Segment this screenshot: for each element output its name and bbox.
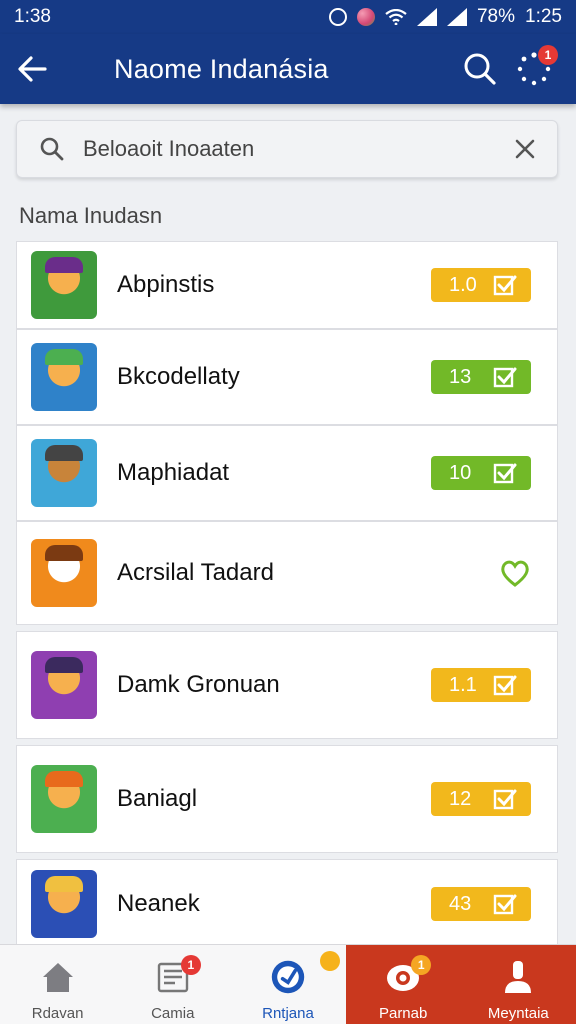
nav-item-news[interactable]: 1 Camia (115, 945, 230, 1024)
game-thumbnail (31, 439, 97, 507)
rating-value: 1.1 (449, 673, 477, 696)
rating-badge[interactable]: 1.0 (431, 268, 531, 302)
character-hat (45, 545, 83, 561)
nav-label: Parnab (378, 1005, 428, 1022)
search-field[interactable]: Beloaoit Inoaaten (16, 120, 558, 178)
status-clock: 1:25 (525, 6, 562, 27)
game-thumbnail (31, 343, 97, 411)
nav-item-games[interactable]: 1 Parnab (345, 945, 461, 1024)
search-input[interactable]: Beloaoit Inoaaten (83, 136, 505, 162)
rating-value: 43 (449, 892, 472, 915)
search-icon (37, 134, 67, 164)
app-bar: Naome Indanásia 1 (0, 34, 576, 104)
battery-level: 78% (476, 6, 516, 27)
sync-button[interactable]: 1 (516, 45, 558, 87)
list-item[interactable]: Neanek 43 (16, 859, 558, 949)
game-thumbnail (31, 251, 97, 319)
list-item[interactable]: Acrsilal Tadard (16, 521, 558, 625)
signal-icon-2 (446, 8, 467, 26)
character-hat (45, 349, 83, 365)
checkbox-check-icon (493, 894, 517, 915)
nav-label: Rntjana (262, 1005, 314, 1022)
profile-icon (500, 959, 536, 995)
sun-decoration-icon (319, 951, 340, 971)
rating-badge[interactable]: 10 (431, 456, 531, 490)
notification-badge: 1 (538, 45, 558, 65)
rating-value: 12 (449, 787, 472, 810)
character-hat (45, 876, 83, 892)
checkbox-check-icon (493, 463, 517, 484)
status-bar: 1:38 78% 1:25 (0, 0, 576, 34)
game-thumbnail (31, 539, 97, 607)
nav-item-home[interactable]: Rdavan (0, 945, 115, 1024)
checkbox-check-icon (493, 275, 517, 296)
rating-value: 1.0 (449, 273, 477, 296)
nav-label: Rdavan (31, 1005, 84, 1022)
wifi-icon (385, 9, 407, 25)
news-icon: 1 (155, 955, 201, 995)
game-thumbnail (31, 870, 97, 938)
game-list: Abpinstis 1.0 Bkcodellaty 13 Maphiadat 10 Acrs… (16, 241, 558, 949)
rating-badge[interactable]: 12 (431, 782, 531, 816)
section-heading: Nama Inudasn (19, 203, 163, 228)
game-thumbnail (31, 651, 97, 719)
list-item[interactable]: Baniagl 12 (16, 745, 558, 853)
nav-label: Meyntaia (487, 1005, 549, 1022)
game-thumbnail (31, 765, 97, 833)
nav-item-profile[interactable]: Meyntaia (460, 945, 576, 1024)
character-hat (45, 657, 83, 673)
close-icon (515, 139, 535, 159)
checkbox-check-icon (493, 367, 517, 388)
notification-icon (356, 8, 375, 26)
nav-badge: 1 (411, 955, 432, 975)
nav-item-explore[interactable]: Rntjana (230, 945, 345, 1024)
arrow-left-icon (18, 56, 47, 82)
status-icons: 78% 1:25 (328, 6, 562, 28)
home-icon (40, 959, 76, 995)
nav-badge: 1 (180, 955, 201, 975)
rating-badge[interactable]: 43 (431, 887, 531, 921)
back-button[interactable] (0, 34, 64, 104)
rating-value: 10 (449, 461, 472, 484)
character-hat (45, 445, 83, 461)
checkbox-check-icon (493, 675, 517, 696)
search-icon (464, 53, 496, 85)
clear-search-button[interactable] (505, 129, 545, 169)
list-item[interactable]: Abpinstis 1.0 (16, 241, 558, 329)
compass-icon (270, 951, 340, 995)
page-title: Naome Indanásia (114, 53, 329, 84)
checkbox-check-icon (493, 789, 517, 810)
character-hat (45, 257, 83, 273)
heart-icon[interactable] (499, 558, 531, 588)
search-button[interactable] (462, 51, 498, 87)
rating-badge[interactable]: 13 (431, 360, 531, 394)
nav-label: Camia (151, 1005, 195, 1022)
rating-badge[interactable]: 1.1 (431, 668, 531, 702)
item-title: Acrsilal Tadard (117, 559, 274, 586)
rating-value: 13 (449, 365, 472, 388)
alarm-icon (328, 8, 347, 26)
list-item[interactable]: Damk Gronuan 1.1 (16, 631, 558, 739)
character-hat (45, 771, 83, 787)
status-time-left: 1:38 (14, 6, 51, 27)
list-item[interactable]: Bkcodellaty 13 (16, 329, 558, 425)
bottom-navigation: Rdavan 1 Camia Rntjana 1 Parnab Meyntaia (0, 944, 576, 1024)
controller-icon: 1 (385, 955, 432, 995)
signal-icon (416, 8, 437, 26)
list-item[interactable]: Maphiadat 10 (16, 425, 558, 521)
